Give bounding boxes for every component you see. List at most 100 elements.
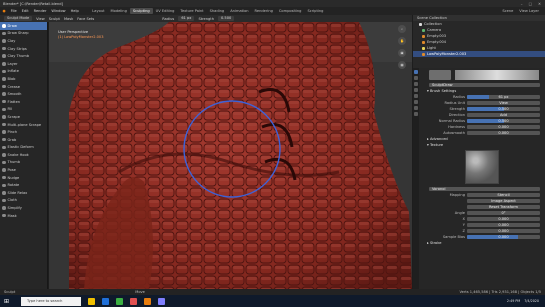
menu-edit[interactable]: Edit [19,9,31,13]
file-explorer-icon[interactable] [88,297,96,305]
tool-clay-strips[interactable]: Clay Strips [0,45,47,53]
tool-thumb[interactable]: Thumb [0,159,47,167]
minimize-button[interactable]: – [521,2,523,6]
tool-multiplane-scrape[interactable]: Multi-plane Scrape [0,121,47,129]
tool-draw[interactable]: Draw [0,22,47,30]
workspace-tab[interactable]: Shading [207,8,228,14]
tool-elastic-deform[interactable]: Elastic Deform [0,144,47,152]
workspace-tab[interactable]: Animation [227,8,251,14]
clock-date[interactable]: 7/4/2020 [524,299,539,303]
tool-layer[interactable]: Layer [0,60,47,68]
angle-field[interactable]: 0° [467,210,540,216]
modifier-tab-icon[interactable] [414,106,418,110]
mode-selector[interactable]: Sculpt Mode [4,16,33,21]
tool-scrape[interactable]: Scrape [0,113,47,121]
camera-icon[interactable]: ▣ [398,49,406,57]
zoom-icon[interactable]: ⌕ [398,25,406,33]
close-button[interactable]: ✕ [538,2,541,6]
maximize-button[interactable]: □ [529,2,532,6]
offset-y-field[interactable]: 0.000 [467,222,540,228]
tool-pinch[interactable]: Pinch [0,128,47,136]
brush-preview-thumbnail[interactable] [429,70,451,80]
tool-cloth[interactable]: Cloth [0,197,47,205]
outliner-row-selected[interactable]: LowPolyMonster2.003 [413,51,545,57]
radius-prop-field[interactable]: 61 px [467,94,540,100]
tool-nudge[interactable]: Nudge [0,174,47,182]
strength-prop-field[interactable]: 0.500 [467,106,540,112]
world-tab-icon[interactable] [414,94,418,98]
blender-taskbar-icon[interactable] [144,297,152,305]
app-icon[interactable] [158,297,166,305]
autosmooth-field[interactable]: 0.000 [467,130,540,136]
view-layer-selector[interactable]: View Layer [516,8,545,14]
radius-field[interactable]: 61 px [178,16,195,21]
tool-fill[interactable]: Fill [0,106,47,114]
status-left: Sculpt [4,290,16,294]
workspace-tab[interactable]: Modeling [108,8,130,14]
offset-x-field[interactable]: 0.000 [467,216,540,222]
header-menu-sculpt[interactable]: Sculpt [49,17,60,21]
workspace-tab[interactable]: Compositing [276,8,305,14]
object-tab-icon[interactable] [414,100,418,104]
tool-blob[interactable]: Blob [0,75,47,83]
tool-snake-hook[interactable]: Snake Hook [0,151,47,159]
workspace-tab[interactable]: Layout [89,8,107,14]
texture-preview-thumbnail[interactable] [465,150,499,184]
header-menu-mask[interactable]: Mask [64,17,73,21]
clock-time[interactable]: 2:49 PM [507,299,520,303]
normal-radius-field[interactable]: 0.500 [467,118,540,124]
taskbar-search-box[interactable]: Type here to search [21,296,82,306]
section-stroke[interactable]: ▸ Stroke [419,240,545,246]
tool-flatten[interactable]: Flatten [0,98,47,106]
radius-unit-field[interactable]: View [467,100,540,106]
grid-icon[interactable]: ▦ [398,61,406,69]
reset-transform-button[interactable]: Reset Transform [467,204,540,210]
tool-clay[interactable]: Clay [0,37,47,45]
render-tab-icon[interactable] [414,76,418,80]
windows-start-icon[interactable]: ⊞ [4,298,9,305]
output-tab-icon[interactable] [414,82,418,86]
texture-name-field[interactable]: Voronoi [429,186,540,192]
image-aspect-button[interactable]: Image Aspect [467,198,540,204]
tool-grab[interactable]: Grab [0,136,47,144]
menu-file[interactable]: File [8,9,19,13]
hardness-field[interactable]: 0.000 [467,124,540,130]
workspace-tab[interactable]: Rendering [252,8,276,14]
direction-field[interactable]: Add [467,112,540,118]
tool-smooth[interactable]: Smooth [0,90,47,98]
header-menu-view[interactable]: View [36,17,45,21]
menu-window[interactable]: Window [49,9,68,13]
workspace-tab[interactable]: Scripting [304,8,326,14]
strength-field[interactable]: 0.500 [217,16,235,21]
scene-selector[interactable]: Scene [499,8,516,14]
material-tab-icon[interactable] [414,112,418,116]
tool-slide-relax[interactable]: Slide Relax [0,189,47,197]
header-menu-face-sets[interactable]: Face Sets [77,17,94,21]
scene-tab-icon[interactable] [414,88,418,92]
sample-bias-field[interactable]: 0.000 [467,234,540,240]
tool-inflate[interactable]: Inflate [0,68,47,76]
tool-crease[interactable]: Crease [0,83,47,91]
app-icon[interactable] [130,297,138,305]
tool-rotate[interactable]: Rotate [0,181,47,189]
tool-tab-icon[interactable] [414,70,418,74]
sculpt-viewport[interactable]: User Perspective (1) LowPolyMonster2.003… [49,22,412,289]
tool-draw-sharp[interactable]: Draw Sharp [0,30,47,38]
offset-z-field[interactable]: 0.000 [467,228,540,234]
app-icon[interactable] [116,297,124,305]
mapping-dropdown[interactable]: Stencil [467,192,540,198]
tool-mask[interactable]: Mask [0,212,47,220]
workspace-tab-active[interactable]: Sculpting [129,8,153,14]
brush-icon [2,153,6,157]
browser-icon[interactable] [102,297,110,305]
brush-name-field[interactable]: SculptDraw [429,82,540,88]
tool-clay-thumb[interactable]: Clay Thumb [0,52,47,60]
workspace-tab[interactable]: Texture Paint [177,8,206,14]
menu-render[interactable]: Render [31,9,49,13]
tool-pose[interactable]: Pose [0,166,47,174]
blender-logo-icon[interactable]: ● [0,9,8,13]
tool-simplify[interactable]: Simplify [0,204,47,212]
menu-help[interactable]: Help [68,9,81,13]
workspace-tab[interactable]: UV Editing [153,8,178,14]
pan-hand-icon[interactable]: ✋ [398,37,406,45]
